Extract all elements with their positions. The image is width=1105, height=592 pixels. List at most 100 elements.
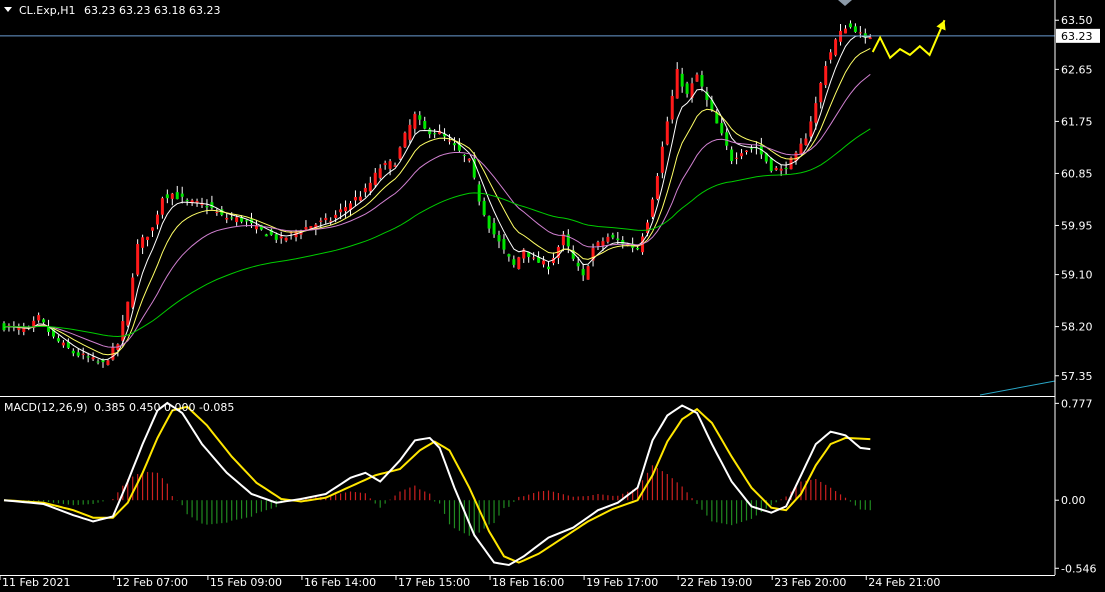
candle-body — [96, 361, 100, 363]
candle-body — [858, 32, 862, 34]
price-tick-label: 58.20 — [1061, 321, 1093, 334]
candle-body — [413, 113, 417, 129]
candle-body — [853, 26, 857, 32]
candle-body — [136, 244, 140, 275]
candle-body — [650, 199, 654, 217]
macd-tick-label: 0.00 — [1061, 494, 1086, 507]
symbol-header[interactable]: CL.Exp,H1 63.23 63.23 63.18 63.23 — [4, 4, 220, 17]
candle-body — [462, 155, 466, 157]
candle-body — [547, 266, 550, 270]
candle-body — [230, 217, 234, 219]
candle-body — [344, 207, 348, 212]
candle-body — [428, 129, 432, 135]
candle-body — [56, 338, 60, 342]
candle-body — [532, 257, 536, 259]
candle-body — [596, 242, 600, 247]
candle-body — [175, 192, 179, 200]
candle-body — [655, 176, 659, 199]
candle-body — [185, 200, 189, 202]
candle-body — [131, 277, 135, 308]
candle-body — [507, 254, 511, 257]
time-tick-label: 15 Feb 09:00 — [210, 576, 282, 589]
ohlc-values: 63.23 63.23 63.18 63.23 — [84, 4, 220, 17]
candle-body — [215, 211, 219, 213]
candle-body — [141, 237, 145, 248]
candle-body — [76, 352, 80, 356]
candle-body — [368, 182, 372, 192]
candle-body — [611, 234, 615, 238]
candle-body — [745, 150, 748, 153]
candle-body — [448, 140, 451, 142]
price-tick-label: 57.35 — [1061, 370, 1093, 383]
candle-body — [834, 39, 838, 56]
candle-body — [670, 95, 674, 120]
candle-body — [388, 161, 392, 169]
candle-body — [408, 124, 412, 140]
candle-body — [769, 158, 773, 171]
candle-body — [829, 52, 833, 60]
candle-body — [423, 120, 427, 129]
candle-body — [126, 301, 130, 326]
time-tick-label: 23 Feb 20:00 — [774, 576, 846, 589]
time-tick-label: 22 Feb 19:00 — [680, 576, 752, 589]
candle-body — [121, 321, 125, 341]
candle-body — [378, 168, 382, 178]
candle-body — [868, 37, 872, 40]
candle-body — [576, 262, 580, 267]
candle-body — [735, 157, 739, 159]
candle-body — [170, 193, 174, 199]
candle-body — [814, 103, 818, 123]
candle-body — [809, 121, 813, 137]
candle-body — [264, 234, 268, 237]
candle-body — [665, 121, 669, 145]
macd-label: MACD(12,26,9) — [4, 401, 88, 414]
candle-body — [358, 196, 362, 201]
candle-body — [482, 200, 486, 215]
candle-body — [675, 69, 679, 99]
symbol-label: CL.Exp,H1 — [19, 4, 76, 17]
candle-body — [824, 65, 828, 86]
candle-body — [165, 194, 169, 199]
candle-body — [383, 162, 387, 166]
candle-body — [467, 158, 471, 161]
candle-body — [517, 257, 521, 269]
current-price-tag-text: 63.23 — [1061, 30, 1093, 43]
candle-body — [487, 216, 491, 229]
time-tick-label: 11 Feb 2021 — [2, 576, 70, 589]
candle-body — [37, 315, 41, 321]
macd-header: MACD(12,26,9) 0.385 0.450 0.000 -0.085 — [4, 401, 234, 414]
time-tick-label: 17 Feb 15:00 — [398, 576, 470, 589]
price-tick-label: 61.75 — [1061, 115, 1093, 128]
candle-body — [81, 353, 85, 355]
candle-body — [304, 226, 308, 230]
candle-body — [334, 214, 338, 218]
candle-body — [799, 143, 803, 155]
candle-body — [616, 238, 620, 241]
candle-body — [433, 133, 437, 135]
candle-body — [235, 217, 239, 223]
candle-body — [606, 236, 610, 242]
time-tick-label: 24 Feb 21:00 — [868, 576, 940, 589]
time-tick-label: 19 Feb 17:00 — [586, 576, 658, 589]
candle-body — [636, 247, 640, 250]
candle-body — [725, 132, 729, 146]
candle-body — [660, 146, 664, 173]
candle-body — [586, 266, 590, 280]
candle-body — [245, 220, 249, 222]
candle-body — [749, 148, 753, 150]
candle-body — [274, 234, 278, 240]
candle-body — [91, 357, 95, 360]
candle-body — [353, 197, 357, 201]
candle-body — [720, 123, 724, 134]
candle-body — [695, 74, 699, 82]
candle-body — [502, 239, 506, 250]
candle-body — [700, 75, 704, 87]
candle-body — [403, 132, 407, 148]
candle-body — [680, 73, 684, 87]
price-tick-label: 60.85 — [1061, 167, 1093, 180]
candle-body — [804, 138, 808, 146]
candle-body — [452, 143, 456, 146]
candle-body — [205, 206, 209, 208]
candle-body — [319, 220, 323, 222]
candle-body — [601, 241, 605, 246]
